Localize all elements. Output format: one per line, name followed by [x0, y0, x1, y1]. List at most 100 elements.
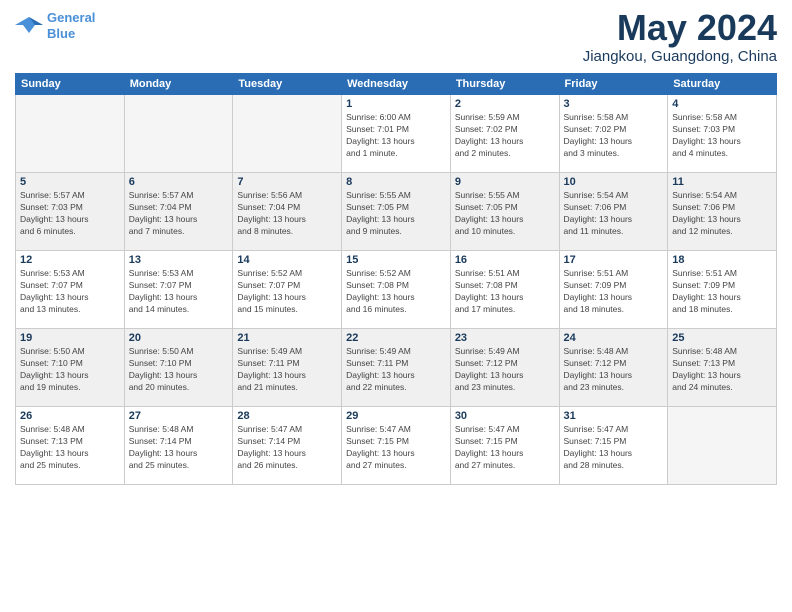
col-monday: Monday [124, 74, 233, 95]
day-number: 6 [129, 176, 229, 188]
table-row: 9Sunrise: 5:55 AM Sunset: 7:05 PM Daylig… [450, 173, 559, 251]
table-row [124, 95, 233, 173]
day-number: 19 [20, 332, 120, 344]
day-info: Sunrise: 5:53 AM Sunset: 7:07 PM Dayligh… [20, 268, 120, 316]
day-number: 31 [564, 410, 664, 422]
month-title: May 2024 [583, 10, 777, 46]
day-info: Sunrise: 5:52 AM Sunset: 7:07 PM Dayligh… [237, 268, 337, 316]
day-number: 20 [129, 332, 229, 344]
day-number: 7 [237, 176, 337, 188]
day-number: 23 [455, 332, 555, 344]
table-row: 11 Sunrise: 5:54 AM Sunset: 7:06 PM Dayli… [668, 173, 777, 251]
logo-icon [15, 15, 43, 37]
table-row: 31 Sunrise: 5:47 AM Sunset: 7:15 PM Dayli… [559, 407, 668, 485]
logo: General Blue [15, 10, 95, 41]
table-row: 8 Sunrise: 5:55 AM Sunset: 7:05 PM Daylig… [342, 173, 451, 251]
location: Jiangkou, Guangdong, China [583, 48, 777, 65]
col-wednesday: Wednesday [342, 74, 451, 95]
table-row: 22Sunrise: 5:49 AM Sunset: 7:11 PM Dayli… [342, 329, 451, 407]
table-row: 7 Sunrise: 5:56 AM Sunset: 7:04 PM Daylig… [233, 173, 342, 251]
day-info: Sunrise: 5:48 AM Sunset: 7:13 PM Dayligh… [672, 346, 772, 394]
day-number: 25 [672, 332, 772, 344]
day-number: 17 [564, 254, 664, 266]
day-info: Sunrise: 5:55 AM Sunset: 7:05 PM Dayligh… [346, 190, 446, 238]
table-row: 30 Sunrise: 5:47 AM Sunset: 7:15 PM Dayli… [450, 407, 559, 485]
table-row: 12 Sunrise: 5:53 AM Sunset: 7:07 PM Dayli… [16, 251, 125, 329]
col-thursday: Thursday [450, 74, 559, 95]
col-sunday: Sunday [16, 74, 125, 95]
table-row: 29Sunrise: 5:47 AM Sunset: 7:15 PM Dayli… [342, 407, 451, 485]
day-info: Sunrise: 5:57 AM Sunset: 7:04 PM Dayligh… [129, 190, 229, 238]
table-row: 18 Sunrise: 5:51 AM Sunset: 7:09 PM Dayli… [668, 251, 777, 329]
day-info: Sunrise: 5:54 AM Sunset: 7:06 PM Dayligh… [564, 190, 664, 238]
day-info: Sunrise: 5:47 AM Sunset: 7:15 PM Dayligh… [455, 424, 555, 472]
table-row: 25 Sunrise: 5:48 AM Sunset: 7:13 PM Dayli… [668, 329, 777, 407]
day-number: 30 [455, 410, 555, 422]
calendar-header-row: Sunday Monday Tuesday Wednesday Thursday… [16, 74, 777, 95]
col-saturday: Saturday [668, 74, 777, 95]
day-info: Sunrise: 5:51 AM Sunset: 7:09 PM Dayligh… [672, 268, 772, 316]
page: General Blue May 2024 Jiangkou, Guangdon… [0, 0, 792, 612]
day-number: 18 [672, 254, 772, 266]
day-number: 1 [346, 98, 446, 110]
table-row [16, 95, 125, 173]
title-block: May 2024 Jiangkou, Guangdong, China [583, 10, 777, 65]
day-number: 21 [237, 332, 337, 344]
day-number: 13 [129, 254, 229, 266]
day-number: 15 [346, 254, 446, 266]
table-row: 13Sunrise: 5:53 AM Sunset: 7:07 PM Dayli… [124, 251, 233, 329]
day-number: 11 [672, 176, 772, 188]
header: General Blue May 2024 Jiangkou, Guangdon… [15, 10, 777, 65]
day-number: 14 [237, 254, 337, 266]
day-number: 12 [20, 254, 120, 266]
calendar-week-row: 1 Sunrise: 6:00 AM Sunset: 7:01 PM Daylig… [16, 95, 777, 173]
day-info: Sunrise: 5:59 AM Sunset: 7:02 PM Dayligh… [455, 112, 555, 160]
day-number: 29 [346, 410, 446, 422]
table-row: 1 Sunrise: 6:00 AM Sunset: 7:01 PM Daylig… [342, 95, 451, 173]
table-row: 23Sunrise: 5:49 AM Sunset: 7:12 PM Dayli… [450, 329, 559, 407]
day-number: 22 [346, 332, 446, 344]
day-number: 28 [237, 410, 337, 422]
day-number: 5 [20, 176, 120, 188]
calendar-week-row: 5 Sunrise: 5:57 AM Sunset: 7:03 PM Daylig… [16, 173, 777, 251]
day-info: Sunrise: 5:48 AM Sunset: 7:14 PM Dayligh… [129, 424, 229, 472]
day-number: 8 [346, 176, 446, 188]
day-info: Sunrise: 5:47 AM Sunset: 7:14 PM Dayligh… [237, 424, 337, 472]
day-info: Sunrise: 5:47 AM Sunset: 7:15 PM Dayligh… [564, 424, 664, 472]
calendar-week-row: 19 Sunrise: 5:50 AM Sunset: 7:10 PM Dayli… [16, 329, 777, 407]
day-info: Sunrise: 5:54 AM Sunset: 7:06 PM Dayligh… [672, 190, 772, 238]
day-number: 26 [20, 410, 120, 422]
table-row: 6 Sunrise: 5:57 AM Sunset: 7:04 PM Daylig… [124, 173, 233, 251]
day-info: Sunrise: 5:50 AM Sunset: 7:10 PM Dayligh… [129, 346, 229, 394]
table-row: 28 Sunrise: 5:47 AM Sunset: 7:14 PM Dayli… [233, 407, 342, 485]
calendar-week-row: 12 Sunrise: 5:53 AM Sunset: 7:07 PM Dayli… [16, 251, 777, 329]
logo-text: General Blue [47, 10, 95, 41]
calendar-week-row: 26 Sunrise: 5:48 AM Sunset: 7:13 PM Dayli… [16, 407, 777, 485]
table-row: 26 Sunrise: 5:48 AM Sunset: 7:13 PM Dayli… [16, 407, 125, 485]
table-row: 2 Sunrise: 5:59 AM Sunset: 7:02 PM Daylig… [450, 95, 559, 173]
table-row [668, 407, 777, 485]
day-info: Sunrise: 5:56 AM Sunset: 7:04 PM Dayligh… [237, 190, 337, 238]
col-tuesday: Tuesday [233, 74, 342, 95]
col-friday: Friday [559, 74, 668, 95]
day-info: Sunrise: 6:00 AM Sunset: 7:01 PM Dayligh… [346, 112, 446, 160]
table-row: 21Sunrise: 5:49 AM Sunset: 7:11 PM Dayli… [233, 329, 342, 407]
day-info: Sunrise: 5:58 AM Sunset: 7:02 PM Dayligh… [564, 112, 664, 160]
day-number: 24 [564, 332, 664, 344]
day-info: Sunrise: 5:48 AM Sunset: 7:13 PM Dayligh… [20, 424, 120, 472]
day-info: Sunrise: 5:57 AM Sunset: 7:03 PM Dayligh… [20, 190, 120, 238]
day-number: 27 [129, 410, 229, 422]
table-row: 15Sunrise: 5:52 AM Sunset: 7:08 PM Dayli… [342, 251, 451, 329]
day-number: 2 [455, 98, 555, 110]
table-row: 17Sunrise: 5:51 AM Sunset: 7:09 PM Dayli… [559, 251, 668, 329]
day-number: 3 [564, 98, 664, 110]
day-info: Sunrise: 5:55 AM Sunset: 7:05 PM Dayligh… [455, 190, 555, 238]
day-info: Sunrise: 5:50 AM Sunset: 7:10 PM Dayligh… [20, 346, 120, 394]
table-row: 24 Sunrise: 5:48 AM Sunset: 7:12 PM Dayli… [559, 329, 668, 407]
table-row: 4Sunrise: 5:58 AM Sunset: 7:03 PM Daylig… [668, 95, 777, 173]
day-number: 4 [672, 98, 772, 110]
table-row: 10Sunrise: 5:54 AM Sunset: 7:06 PM Dayli… [559, 173, 668, 251]
day-info: Sunrise: 5:48 AM Sunset: 7:12 PM Dayligh… [564, 346, 664, 394]
table-row: 19 Sunrise: 5:50 AM Sunset: 7:10 PM Dayli… [16, 329, 125, 407]
table-row: 16Sunrise: 5:51 AM Sunset: 7:08 PM Dayli… [450, 251, 559, 329]
